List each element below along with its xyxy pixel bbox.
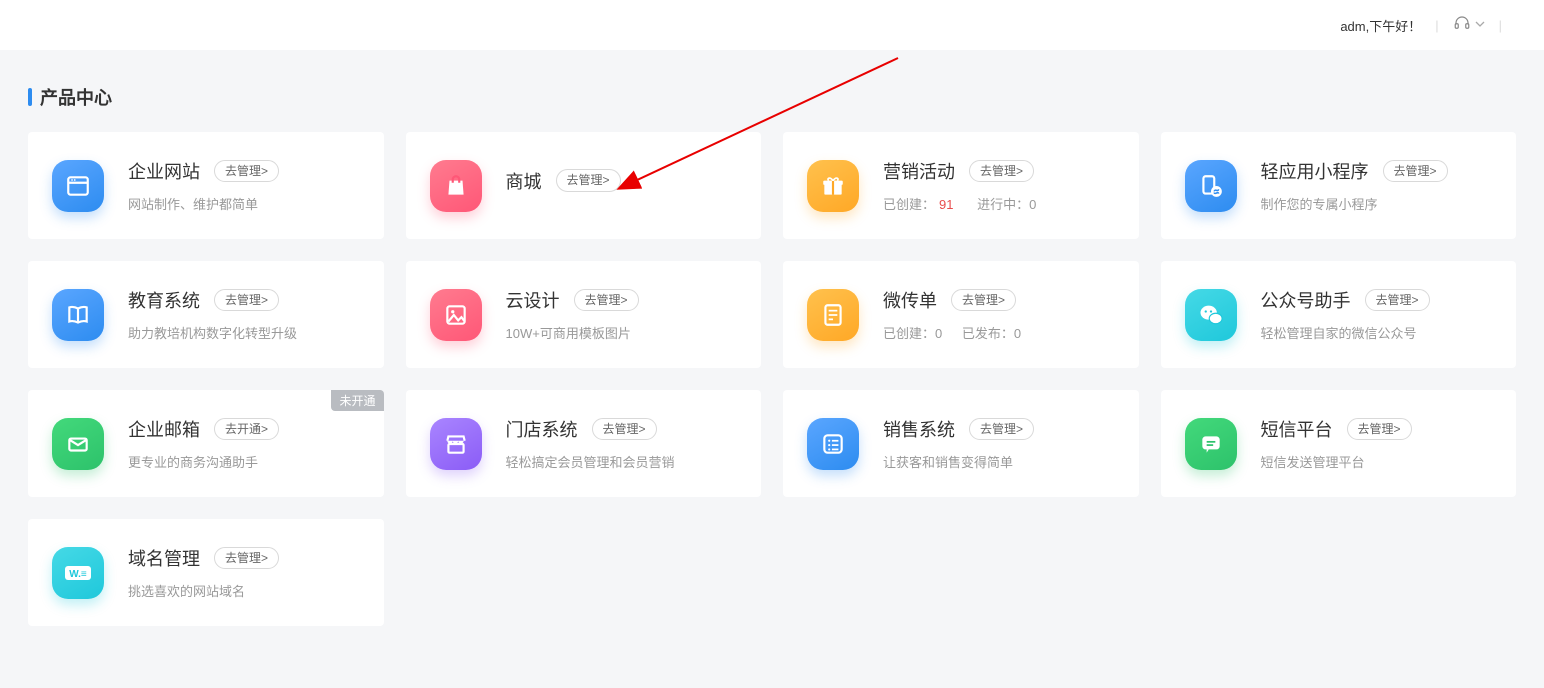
manage-button[interactable]: 去管理> <box>574 289 639 312</box>
card-title: 轻应用小程序 <box>1261 158 1369 184</box>
card-mall[interactable]: 商城 去管理> <box>406 132 762 239</box>
open-button[interactable]: 去开通> <box>214 418 279 441</box>
headset-icon <box>1453 14 1471 37</box>
gift-icon <box>807 160 859 212</box>
support-dropdown[interactable] <box>1453 14 1485 37</box>
card-desc: 网站制作、维护都简单 <box>128 194 360 213</box>
section-title: 产品中心 <box>40 84 112 110</box>
product-row-3: 未开通 企业邮箱 去开通> 更专业的商务沟通助手 门店系统 去管理> <box>28 390 1516 497</box>
manage-button[interactable]: 去管理> <box>214 289 279 312</box>
ongoing-value: 0 <box>1029 197 1036 212</box>
manage-button[interactable]: 去管理> <box>969 418 1034 441</box>
card-wechat-helper[interactable]: 公众号助手 去管理> 轻松管理自家的微信公众号 <box>1161 261 1517 368</box>
created-value: 91 <box>939 197 953 212</box>
manage-button[interactable]: 去管理> <box>1365 289 1430 312</box>
card-enterprise-website[interactable]: 企业网站 去管理> 网站制作、维护都简单 <box>28 132 384 239</box>
created-label: 已创建： <box>883 326 935 341</box>
card-title: 门店系统 <box>506 416 578 442</box>
manage-button[interactable]: 去管理> <box>951 289 1016 312</box>
chevron-down-icon <box>1475 16 1485 34</box>
svg-text:W.≡: W.≡ <box>69 569 87 580</box>
card-title: 营销活动 <box>883 158 955 184</box>
card-desc: 轻松管理自家的微信公众号 <box>1261 323 1493 342</box>
shopping-bag-icon <box>430 160 482 212</box>
card-education[interactable]: 教育系统 去管理> 助力教培机构数字化转型升级 <box>28 261 384 368</box>
card-title: 云设计 <box>506 287 560 313</box>
card-cloud-design[interactable]: 云设计 去管理> 10W+可商用模板图片 <box>406 261 762 368</box>
card-desc: 短信发送管理平台 <box>1261 452 1493 471</box>
website-icon <box>52 160 104 212</box>
card-stats: 已创建：0 已发布：0 <box>883 323 1115 342</box>
card-desc: 让获客和销售变得简单 <box>883 452 1115 471</box>
flyer-icon <box>807 289 859 341</box>
card-desc: 更专业的商务沟通助手 <box>128 452 360 471</box>
manage-button[interactable]: 去管理> <box>214 160 279 183</box>
card-title: 企业邮箱 <box>128 416 200 442</box>
card-title: 企业网站 <box>128 158 200 184</box>
card-title: 教育系统 <box>128 287 200 313</box>
not-open-badge: 未开通 <box>331 390 383 411</box>
card-sms[interactable]: 短信平台 去管理> 短信发送管理平台 <box>1161 390 1517 497</box>
card-title: 公众号助手 <box>1261 287 1351 313</box>
card-desc: 挑选喜欢的网站域名 <box>128 581 360 600</box>
card-store-system[interactable]: 门店系统 去管理> 轻松搞定会员管理和会员营销 <box>406 390 762 497</box>
card-enterprise-mail[interactable]: 未开通 企业邮箱 去开通> 更专业的商务沟通助手 <box>28 390 384 497</box>
top-bar: adm,下午好！ | | <box>0 0 1544 50</box>
content-area: 产品中心 企业网站 去管理> 网站制作、维护都简单 商城 去管 <box>0 50 1544 646</box>
published-value: 0 <box>1014 326 1021 341</box>
card-flyer[interactable]: 微传单 去管理> 已创建：0 已发布：0 <box>783 261 1139 368</box>
card-title: 微传单 <box>883 287 937 313</box>
manage-button[interactable]: 去管理> <box>1383 160 1448 183</box>
miniapp-icon <box>1185 160 1237 212</box>
store-icon <box>430 418 482 470</box>
manage-button[interactable]: 去管理> <box>214 547 279 570</box>
card-domain[interactable]: W.≡ 域名管理 去管理> 挑选喜欢的网站域名 <box>28 519 384 626</box>
section-accent-bar <box>28 88 32 106</box>
card-miniapp[interactable]: 轻应用小程序 去管理> 制作您的专属小程序 <box>1161 132 1517 239</box>
domain-icon: W.≡ <box>52 547 104 599</box>
ongoing-label: 进行中： <box>977 197 1029 212</box>
product-row-4: W.≡ 域名管理 去管理> 挑选喜欢的网站域名 <box>28 519 1516 626</box>
product-row-1: 企业网站 去管理> 网站制作、维护都简单 商城 去管理> <box>28 132 1516 239</box>
card-stats: 已创建： 91 进行中：0 <box>883 194 1115 213</box>
card-desc: 10W+可商用模板图片 <box>506 323 738 342</box>
divider: | <box>1499 18 1502 33</box>
card-title: 销售系统 <box>883 416 955 442</box>
list-icon <box>807 418 859 470</box>
card-title: 短信平台 <box>1261 416 1333 442</box>
card-title: 域名管理 <box>128 545 200 571</box>
card-sales-system[interactable]: 销售系统 去管理> 让获客和销售变得简单 <box>783 390 1139 497</box>
image-icon <box>430 289 482 341</box>
book-icon <box>52 289 104 341</box>
created-label: 已创建： <box>883 197 935 212</box>
card-marketing[interactable]: 营销活动 去管理> 已创建： 91 进行中：0 <box>783 132 1139 239</box>
published-label: 已发布： <box>962 326 1014 341</box>
section-header: 产品中心 <box>28 84 1516 110</box>
card-desc: 制作您的专属小程序 <box>1261 194 1493 213</box>
product-row-2: 教育系统 去管理> 助力教培机构数字化转型升级 云设计 去管理> 10W+可商用… <box>28 261 1516 368</box>
manage-button[interactable]: 去管理> <box>556 169 621 192</box>
mail-icon <box>52 418 104 470</box>
card-desc: 助力教培机构数字化转型升级 <box>128 323 360 342</box>
card-desc: 轻松搞定会员管理和会员营销 <box>506 452 738 471</box>
manage-button[interactable]: 去管理> <box>592 418 657 441</box>
created-value: 0 <box>935 326 942 341</box>
manage-button[interactable]: 去管理> <box>1347 418 1412 441</box>
card-title: 商城 <box>506 168 542 194</box>
divider: | <box>1435 18 1438 33</box>
wechat-icon <box>1185 289 1237 341</box>
greeting-text: adm,下午好！ <box>1340 16 1421 35</box>
manage-button[interactable]: 去管理> <box>969 160 1034 183</box>
sms-icon <box>1185 418 1237 470</box>
